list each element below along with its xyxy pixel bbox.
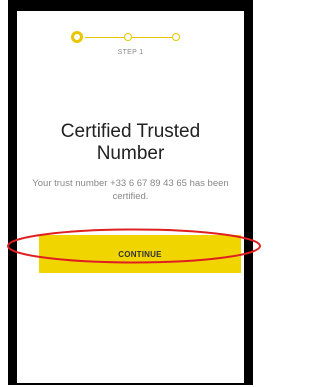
step-label: STEP 1 <box>117 49 144 56</box>
step-1-indicator <box>71 31 83 43</box>
certification-message: Your trust number +33 6 67 89 43 65 has … <box>32 178 229 202</box>
stepper-line <box>85 37 125 38</box>
stepper-line <box>132 37 172 38</box>
progress-stepper: STEP 1 <box>17 27 244 57</box>
step-2-indicator <box>124 33 132 41</box>
page-title: Certified Trusted Number <box>60 121 201 164</box>
step-3-indicator <box>172 33 180 41</box>
phone-frame: STEP 1 Certified Trusted Number Your tru… <box>8 0 253 385</box>
continue-button[interactable]: CONTINUE <box>39 235 241 273</box>
